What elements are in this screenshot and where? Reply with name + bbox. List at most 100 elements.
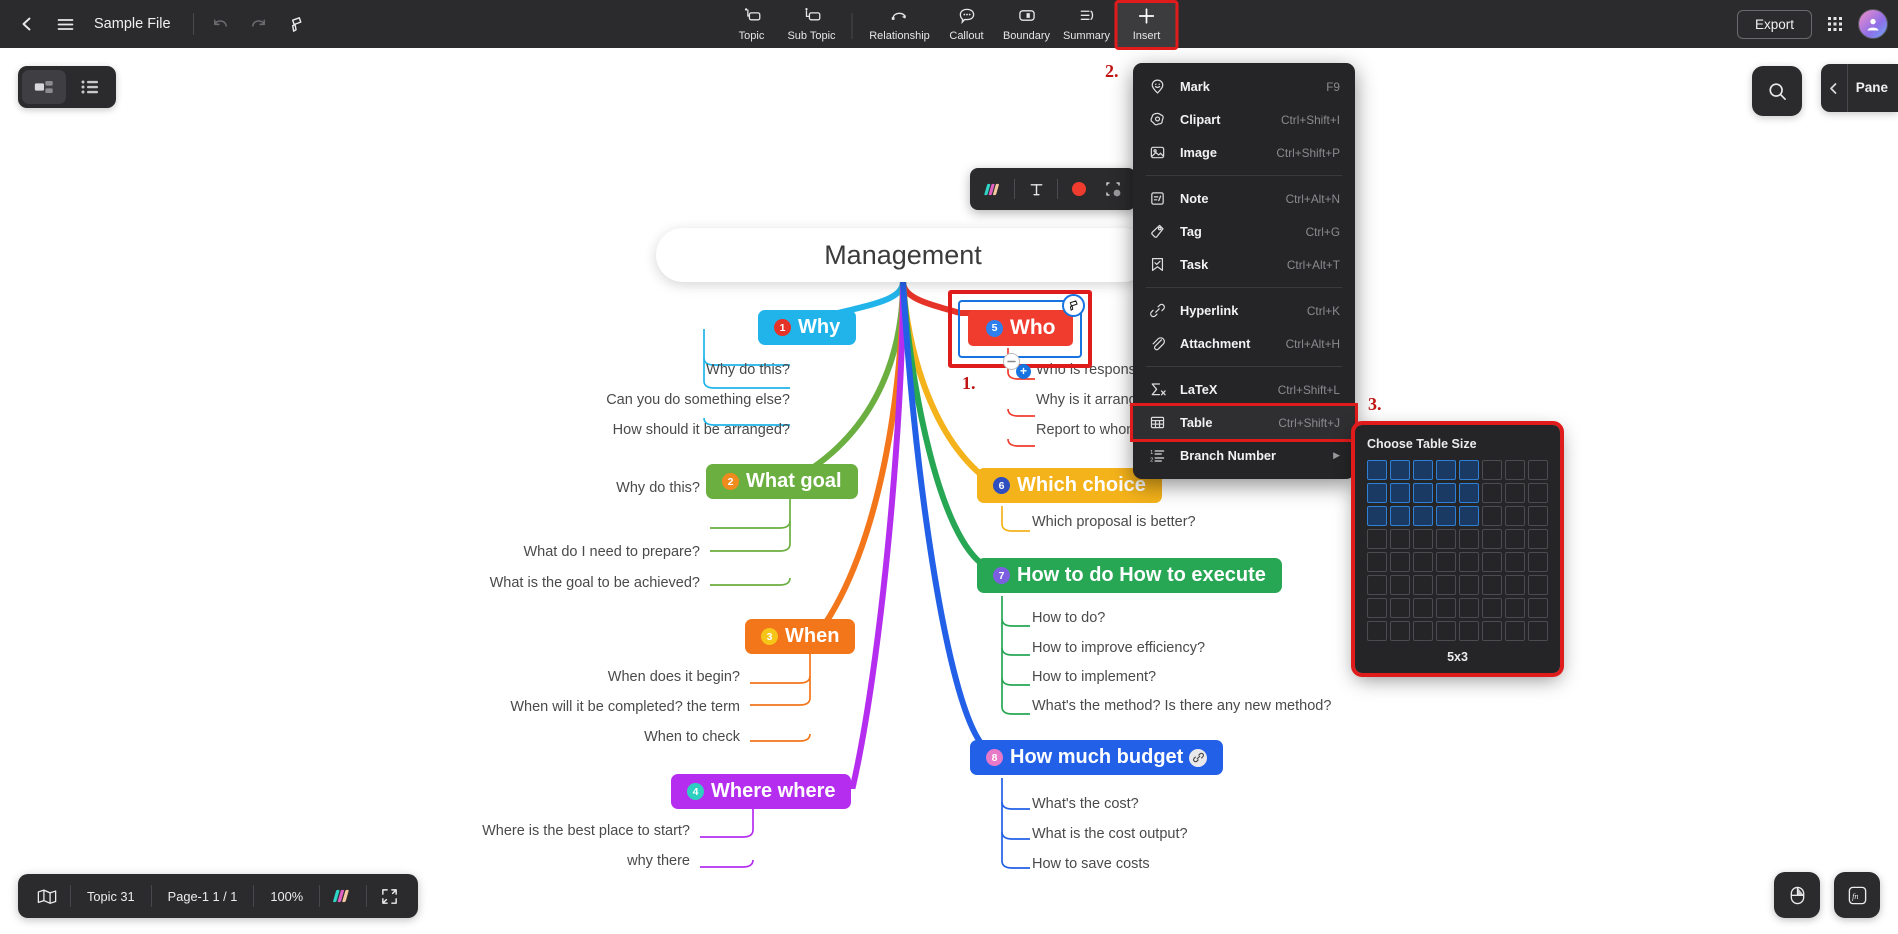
table-size-cell[interactable] bbox=[1390, 621, 1410, 641]
table-size-cell[interactable] bbox=[1528, 621, 1548, 641]
table-size-cell[interactable] bbox=[1482, 621, 1502, 641]
menu-item-task[interactable]: Task Ctrl+Alt+T bbox=[1133, 248, 1355, 281]
table-size-cell[interactable] bbox=[1390, 529, 1410, 549]
map-overview-icon[interactable] bbox=[24, 888, 70, 905]
table-size-cell[interactable] bbox=[1390, 552, 1410, 572]
collapse-toggle[interactable] bbox=[1003, 353, 1020, 370]
table-size-cell[interactable] bbox=[1436, 506, 1456, 526]
table-size-cell[interactable] bbox=[1367, 506, 1387, 526]
topic-count-label[interactable]: Topic 31 bbox=[71, 881, 151, 911]
table-size-cell[interactable] bbox=[1528, 460, 1548, 480]
table-size-cell[interactable] bbox=[1459, 506, 1479, 526]
table-size-cell[interactable] bbox=[1505, 460, 1525, 480]
branch-node-how-much-budget[interactable]: 8 How much budget bbox=[970, 740, 1224, 775]
leaf-node[interactable]: Can you do something else? bbox=[440, 392, 790, 408]
leaf-node[interactable]: When will it be completed? the term bbox=[400, 699, 740, 715]
shape-style-icon[interactable] bbox=[1096, 172, 1130, 206]
table-size-cell[interactable] bbox=[1436, 598, 1456, 618]
table-size-cell[interactable] bbox=[1413, 529, 1433, 549]
table-size-cell[interactable] bbox=[1413, 460, 1433, 480]
leaf-node[interactable]: How to implement? bbox=[1032, 669, 1156, 685]
tool-callout[interactable]: Callout bbox=[937, 2, 997, 48]
menu-item-image[interactable]: Image Ctrl+Shift+P bbox=[1133, 136, 1355, 169]
table-size-cell[interactable] bbox=[1482, 598, 1502, 618]
table-size-cell[interactable] bbox=[1459, 598, 1479, 618]
table-size-cell[interactable] bbox=[1436, 575, 1456, 595]
table-size-cell[interactable] bbox=[1528, 529, 1548, 549]
search-button[interactable] bbox=[1752, 66, 1802, 116]
table-size-cell[interactable] bbox=[1367, 483, 1387, 503]
leaf-node[interactable]: When to check bbox=[400, 729, 740, 745]
table-size-cell[interactable] bbox=[1390, 575, 1410, 595]
tool-relationship[interactable]: Relationship bbox=[863, 2, 937, 48]
fit-to-screen-icon[interactable] bbox=[367, 887, 412, 906]
table-size-cell[interactable] bbox=[1505, 506, 1525, 526]
table-size-cell[interactable] bbox=[1482, 483, 1502, 503]
leaf-node[interactable]: Why do this? bbox=[360, 480, 700, 496]
menu-item-table[interactable]: Table Ctrl+Shift+J bbox=[1130, 403, 1358, 442]
table-size-cell[interactable] bbox=[1436, 621, 1456, 641]
table-size-cell[interactable] bbox=[1436, 483, 1456, 503]
leaf-node[interactable]: What's the cost? bbox=[1032, 796, 1139, 812]
function-keys-button[interactable]: fn bbox=[1834, 872, 1880, 918]
leaf-node[interactable]: Report to whom? bbox=[1036, 422, 1146, 438]
menu-item-tag[interactable]: Tag Ctrl+G bbox=[1133, 215, 1355, 248]
table-size-cell[interactable] bbox=[1459, 621, 1479, 641]
leaf-node[interactable]: What is the cost output? bbox=[1032, 826, 1188, 842]
table-size-cell[interactable] bbox=[1367, 529, 1387, 549]
menu-hamburger-button[interactable] bbox=[46, 5, 84, 43]
table-size-cell[interactable] bbox=[1367, 621, 1387, 641]
table-size-cell[interactable] bbox=[1367, 552, 1387, 572]
table-size-cell[interactable] bbox=[1367, 460, 1387, 480]
table-size-cell[interactable] bbox=[1390, 598, 1410, 618]
page-indicator[interactable]: Page-1 1 / 1 bbox=[152, 881, 254, 911]
mouse-mode-button[interactable] bbox=[1774, 872, 1820, 918]
leaf-node[interactable]: Where is the best place to start? bbox=[350, 823, 690, 839]
table-size-cell[interactable] bbox=[1459, 460, 1479, 480]
fill-color-icon[interactable] bbox=[1062, 172, 1096, 206]
table-size-cell[interactable] bbox=[1505, 529, 1525, 549]
branch-node-where-where[interactable]: 4 Where where bbox=[671, 774, 852, 809]
leaf-node[interactable]: Which proposal is better? bbox=[1032, 514, 1196, 530]
table-size-cell[interactable] bbox=[1459, 552, 1479, 572]
branch-node-who[interactable]: 5 Who bbox=[968, 310, 1074, 346]
back-button[interactable] bbox=[8, 5, 46, 43]
tool-sub-topic[interactable]: Sub Topic bbox=[782, 2, 842, 48]
format-painter-button[interactable] bbox=[278, 5, 316, 43]
table-size-cell[interactable] bbox=[1413, 506, 1433, 526]
leaf-node[interactable]: What's the method? Is there any new meth… bbox=[1032, 698, 1331, 714]
leaf-node[interactable]: How should it be arranged? bbox=[440, 422, 790, 438]
theme-color-icon[interactable] bbox=[976, 172, 1010, 206]
table-size-cell[interactable] bbox=[1367, 575, 1387, 595]
table-size-cell[interactable] bbox=[1413, 598, 1433, 618]
zoom-level-label[interactable]: 100% bbox=[254, 881, 319, 911]
table-size-cell[interactable] bbox=[1482, 460, 1502, 480]
view-mode-mindmap-button[interactable] bbox=[22, 70, 66, 104]
leaf-node[interactable]: How to improve efficiency? bbox=[1032, 640, 1205, 656]
table-size-cell[interactable] bbox=[1528, 598, 1548, 618]
table-size-cell[interactable] bbox=[1459, 529, 1479, 549]
text-format-icon[interactable] bbox=[1019, 172, 1053, 206]
table-size-cell[interactable] bbox=[1505, 621, 1525, 641]
table-size-cell[interactable] bbox=[1528, 552, 1548, 572]
table-size-cell[interactable] bbox=[1413, 575, 1433, 595]
table-size-cell[interactable] bbox=[1436, 552, 1456, 572]
table-size-cell[interactable] bbox=[1482, 529, 1502, 549]
undo-button[interactable] bbox=[202, 5, 240, 43]
leaf-node[interactable]: What do I need to prepare? bbox=[360, 544, 700, 560]
table-size-cell[interactable] bbox=[1459, 575, 1479, 595]
menu-item-mark[interactable]: Mark F9 bbox=[1133, 70, 1355, 103]
leaf-node[interactable]: Why do this? bbox=[440, 362, 790, 378]
branch-node-why[interactable]: 1 Why bbox=[758, 310, 857, 345]
table-size-cell[interactable] bbox=[1482, 552, 1502, 572]
table-size-cell[interactable] bbox=[1482, 575, 1502, 595]
table-size-cell[interactable] bbox=[1528, 483, 1548, 503]
table-size-cell[interactable] bbox=[1505, 552, 1525, 572]
table-size-grid[interactable] bbox=[1367, 460, 1548, 641]
table-size-cell[interactable] bbox=[1390, 506, 1410, 526]
menu-item-clipart[interactable]: Clipart Ctrl+Shift+I bbox=[1133, 103, 1355, 136]
leaf-node[interactable]: When does it begin? bbox=[400, 669, 740, 685]
table-size-cell[interactable] bbox=[1505, 598, 1525, 618]
branch-node-when[interactable]: 3 When bbox=[745, 619, 856, 654]
apps-grid-icon[interactable] bbox=[1818, 7, 1852, 41]
